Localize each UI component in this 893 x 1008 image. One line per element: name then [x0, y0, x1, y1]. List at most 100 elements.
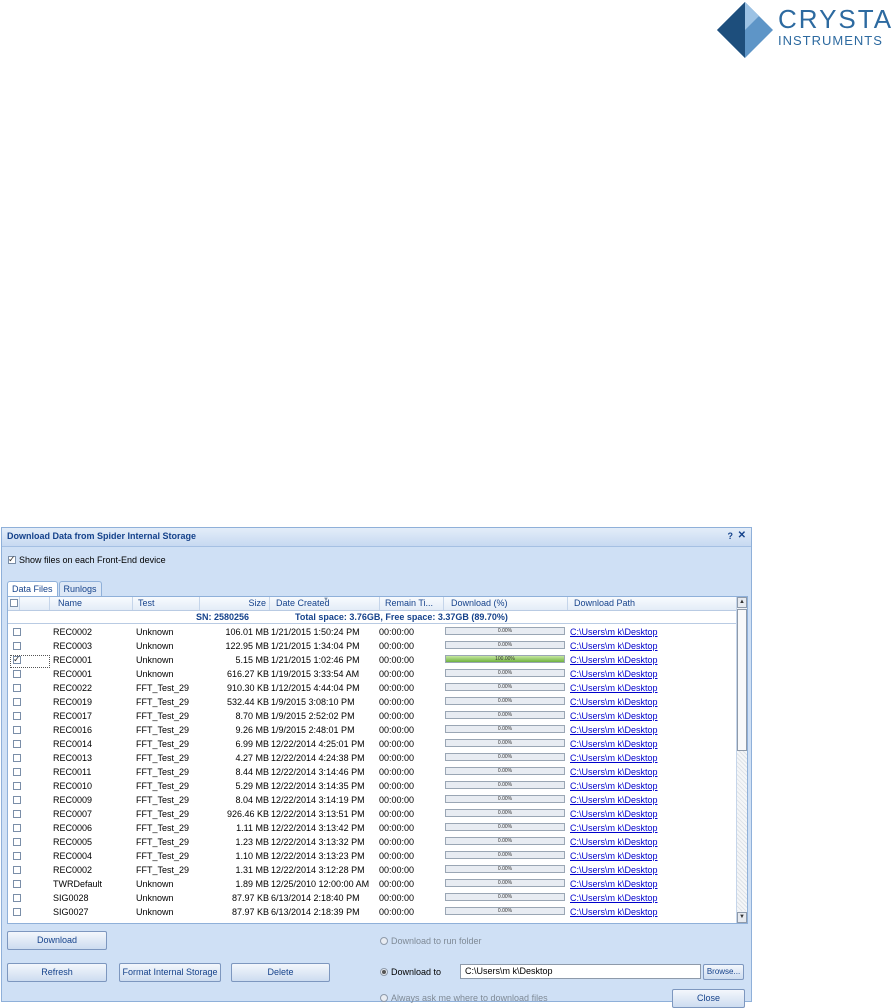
table-row[interactable]: REC0005 FFT_Test_29 1.23 MB 12/22/2014 3:13… [8, 835, 737, 849]
row-checkbox[interactable] [13, 838, 21, 846]
row-checkbox[interactable] [13, 768, 21, 776]
tab-runlogs[interactable]: Runlogs [58, 581, 102, 596]
vertical-scrollbar[interactable]: ▲ ▼ [736, 597, 747, 923]
header-size[interactable]: Size [200, 597, 270, 610]
browse-button[interactable]: Browse... [703, 964, 744, 980]
run-folder-radio[interactable] [380, 937, 388, 945]
row-checkbox[interactable] [13, 642, 21, 650]
download-path-link[interactable]: C:\Users\m k\Desktop [570, 851, 658, 861]
table-row[interactable]: REC0002 FFT_Test_29 1.31 MB 12/22/2014 3:12… [8, 863, 737, 877]
download-path-link[interactable]: C:\Users\m k\Desktop [570, 641, 658, 651]
download-path-link[interactable]: C:\Users\m k\Desktop [570, 725, 658, 735]
row-checkbox[interactable] [13, 782, 21, 790]
show-files-checkbox[interactable] [8, 554, 16, 565]
row-checkbox[interactable] [13, 740, 21, 748]
table-row[interactable]: REC0003 Unknown 122.95 MB 1/21/2015 1:34:04… [8, 639, 737, 653]
file-name: SIG0027 [53, 907, 89, 917]
download-to-run-folder-option[interactable]: Download to run folder [380, 936, 482, 946]
row-checkbox[interactable] [13, 810, 21, 818]
scroll-down-icon[interactable]: ▼ [737, 912, 747, 923]
download-path-link[interactable]: C:\Users\m k\Desktop [570, 781, 658, 791]
table-row[interactable]: REC0010 FFT_Test_29 5.29 MB 12/22/2014 3:14… [8, 779, 737, 793]
select-all-checkbox[interactable] [10, 599, 18, 607]
download-path-link[interactable]: C:\Users\m k\Desktop [570, 627, 658, 637]
download-path-link[interactable]: C:\Users\m k\Desktop [570, 809, 658, 819]
table-row[interactable]: REC0006 FFT_Test_29 1.11 MB 12/22/2014 3:13… [8, 821, 737, 835]
table-row[interactable]: REC0002 Unknown 106.01 MB 1/21/2015 1:50:24… [8, 625, 737, 639]
row-checkbox[interactable] [13, 796, 21, 804]
download-path-link[interactable]: C:\Users\m k\Desktop [570, 837, 658, 847]
header-remain-time[interactable]: Remain Ti... [380, 597, 444, 610]
table-row[interactable]: REC0017 FFT_Test_29 8.70 MB 1/9/2015 2:52:0… [8, 709, 737, 723]
table-row[interactable]: SIG0028 Unknown 87.97 KB 6/13/2014 2:18:40 … [8, 891, 737, 905]
row-checkbox[interactable] [13, 670, 21, 678]
tab-data-files[interactable]: Data Files [7, 581, 58, 597]
download-path-link[interactable]: C:\Users\m k\Desktop [570, 669, 658, 679]
row-checkbox[interactable] [13, 684, 21, 692]
delete-button[interactable]: Delete [231, 963, 330, 982]
always-ask-option[interactable]: Always ask me where to download files [380, 993, 548, 1003]
row-checkbox[interactable] [13, 754, 21, 762]
download-path-link[interactable]: C:\Users\m k\Desktop [570, 767, 658, 777]
download-path-link[interactable]: C:\Users\m k\Desktop [570, 683, 658, 693]
always-ask-radio[interactable] [380, 994, 388, 1002]
file-name: SIG0028 [53, 893, 89, 903]
download-path-link[interactable]: C:\Users\m k\Desktop [570, 655, 658, 665]
scroll-track[interactable] [737, 751, 747, 911]
download-path-link[interactable]: C:\Users\m k\Desktop [570, 753, 658, 763]
header-download-path[interactable]: Download Path [568, 597, 737, 610]
header-select-all[interactable] [8, 597, 20, 610]
header-download-percent[interactable]: Download (%) [444, 597, 568, 610]
row-checkbox[interactable] [13, 698, 21, 706]
download-path-link[interactable]: C:\Users\m k\Desktop [570, 879, 658, 889]
download-path-link[interactable]: C:\Users\m k\Desktop [570, 711, 658, 721]
close-button[interactable]: Close [672, 989, 745, 1008]
download-path-input[interactable]: C:\Users\m k\Desktop [460, 964, 701, 979]
row-checkbox[interactable] [13, 628, 21, 636]
header-test[interactable]: Test [133, 597, 200, 610]
download-path-link[interactable]: C:\Users\m k\Desktop [570, 823, 658, 833]
table-row[interactable]: REC0014 FFT_Test_29 6.99 MB 12/22/2014 4:25… [8, 737, 737, 751]
show-files-option[interactable]: Show files on each Front-End device [8, 554, 166, 565]
table-row[interactable]: REC0016 FFT_Test_29 9.26 MB 1/9/2015 2:48:0… [8, 723, 737, 737]
row-checkbox[interactable] [13, 894, 21, 902]
download-path-link[interactable]: C:\Users\m k\Desktop [570, 865, 658, 875]
download-button[interactable]: Download [7, 931, 107, 950]
table-row[interactable]: REC0004 FFT_Test_29 1.10 MB 12/22/2014 3:13… [8, 849, 737, 863]
row-checkbox[interactable] [13, 908, 21, 916]
format-storage-button[interactable]: Format Internal Storage [119, 963, 221, 982]
download-path-link[interactable]: C:\Users\m k\Desktop [570, 697, 658, 707]
table-row[interactable]: REC0013 FFT_Test_29 4.27 MB 12/22/2014 4:24… [8, 751, 737, 765]
sort-arrow-icon: ▼ [323, 597, 329, 603]
table-row[interactable]: TWRDefault Unknown 1.89 MB 12/25/2010 12:00… [8, 877, 737, 891]
close-icon[interactable]: ✕ [738, 530, 746, 541]
file-name: REC0001 [53, 655, 93, 665]
date-created: 12/22/2014 3:14:35 PM [271, 781, 365, 791]
row-checkbox[interactable] [13, 866, 21, 874]
row-checkbox[interactable] [13, 726, 21, 734]
header-name[interactable]: Name [50, 597, 133, 610]
row-checkbox[interactable] [13, 712, 21, 720]
table-row[interactable]: SIG0027 Unknown 87.97 KB 6/13/2014 2:18:39 … [8, 905, 737, 919]
scroll-thumb[interactable] [737, 609, 747, 751]
download-to-option[interactable]: Download to [380, 967, 441, 977]
row-checkbox[interactable] [13, 852, 21, 860]
row-checkbox[interactable] [13, 880, 21, 888]
table-row[interactable]: REC0019 FFT_Test_29 532.44 KB 1/9/2015 3:08… [8, 695, 737, 709]
table-row[interactable]: REC0001 Unknown 616.27 KB 1/19/2015 3:33:54… [8, 667, 737, 681]
help-icon[interactable]: ? [728, 531, 734, 541]
download-to-radio[interactable] [380, 968, 388, 976]
table-row[interactable]: REC0001 Unknown 5.15 MB1/21/2015 1:02:46 P… [8, 653, 737, 668]
scroll-up-icon[interactable]: ▲ [737, 597, 747, 608]
table-row[interactable]: REC0022 FFT_Test_29 910.30 KB 1/12/2015 4:4… [8, 681, 737, 695]
table-row[interactable]: REC0007 FFT_Test_29 926.46 KB 12/22/2014 3:… [8, 807, 737, 821]
download-path-link[interactable]: C:\Users\m k\Desktop [570, 795, 658, 805]
download-path-link[interactable]: C:\Users\m k\Desktop [570, 907, 658, 917]
date-created: 12/22/2014 4:24:38 PM [271, 753, 365, 763]
table-row[interactable]: REC0011 FFT_Test_29 8.44 MB 12/22/2014 3:14… [8, 765, 737, 779]
table-row[interactable]: REC0009 FFT_Test_29 8.04 MB 12/22/2014 3:14… [8, 793, 737, 807]
download-path-link[interactable]: C:\Users\m k\Desktop [570, 739, 658, 749]
refresh-button[interactable]: Refresh [7, 963, 107, 982]
download-path-link[interactable]: C:\Users\m k\Desktop [570, 893, 658, 903]
row-checkbox[interactable] [13, 824, 21, 832]
